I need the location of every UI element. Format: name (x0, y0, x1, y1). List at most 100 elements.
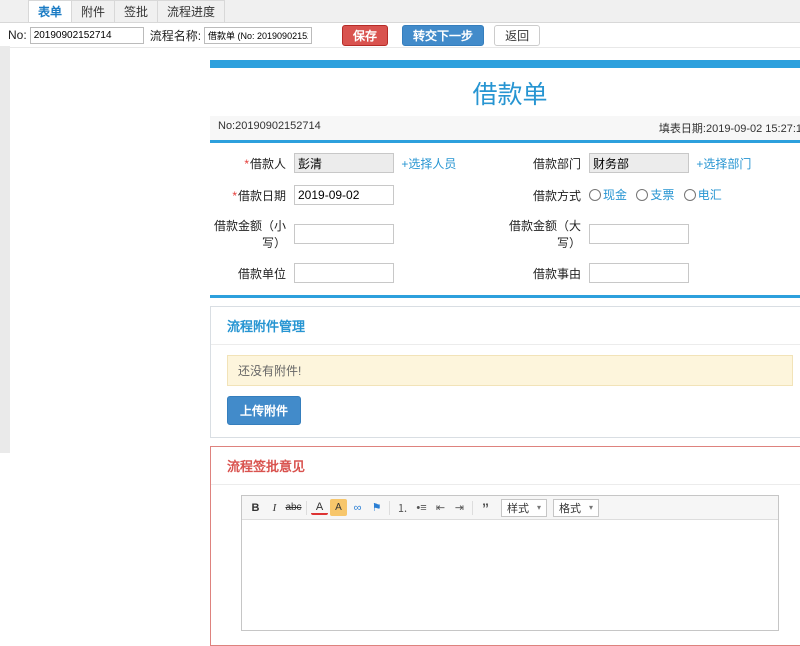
borrower-label-text: 借款人 (249, 156, 286, 171)
italic-button[interactable]: I (266, 499, 283, 516)
toolbar-separator (306, 500, 307, 515)
department-label: 借款部门 (500, 147, 585, 179)
borrow-date-input[interactable] (294, 185, 394, 205)
editor-toolbar: B I abc A A ∞ ⚑ ⒈ •≡ ⇤ ⇥ ” 样式 ▾ 格式 ▾ (242, 496, 778, 520)
editor-content[interactable] (242, 520, 778, 630)
amount-lower-label-text: 借款金额（小写） (214, 219, 287, 250)
form-panel: 借款单 No:20190902152714 填表日期:2019-09-02 15… (210, 60, 800, 646)
cash-radio[interactable] (589, 188, 601, 201)
amount-lower-field (290, 211, 500, 257)
tab-form[interactable]: 表单 (28, 0, 73, 22)
tab-attachments[interactable]: 附件 (71, 0, 116, 22)
select-person-link[interactable]: +选择人员 (401, 157, 456, 171)
form-row-1: *借款人 +选择人员 借款部门 +选择部门 (210, 147, 800, 179)
wire-radio-label: 电汇 (697, 188, 722, 203)
form-title: 借款单 (472, 81, 548, 109)
amount-upper-label-text: 借款金额（大写） (508, 219, 581, 250)
next-step-button[interactable]: 转交下一步 (402, 24, 485, 46)
department-label-text: 借款部门 (532, 156, 581, 171)
method-option-wire[interactable]: 电汇 (683, 186, 722, 203)
date-field (290, 179, 500, 211)
strikethrough-button[interactable]: abc (285, 499, 302, 516)
wire-radio[interactable] (683, 188, 696, 201)
tab-bar: 表单 附件 签批 流程进度 (0, 0, 800, 23)
process-name-input[interactable] (204, 26, 313, 44)
method-label: 借款方式 (500, 179, 585, 211)
panel-top-accent (210, 60, 800, 68)
bold-button[interactable]: B (247, 499, 264, 516)
form-no: No:20190902152714 (218, 120, 321, 132)
font-color-icon[interactable]: A (311, 500, 328, 515)
amount-upper-label: 借款金额（大写） (500, 211, 585, 257)
tab-approval[interactable]: 签批 (114, 0, 159, 22)
amount-lower-input[interactable] (294, 224, 394, 244)
back-button[interactable]: 返回 (494, 24, 541, 46)
flag-icon[interactable]: ⚑ (368, 499, 385, 516)
borrower-input[interactable] (294, 153, 394, 173)
outdent-icon[interactable]: ⇤ (432, 499, 449, 516)
highlight-color-icon[interactable]: A (330, 499, 347, 516)
method-label-text: 借款方式 (532, 188, 581, 203)
form-meta: No:20190902152714 填表日期:2019-09-02 15:27:… (210, 116, 800, 140)
required-asterisk: * (244, 156, 249, 171)
unit-input[interactable] (294, 263, 394, 283)
method-option-cash[interactable]: 现金 (589, 186, 627, 203)
cash-radio-label: 现金 (603, 188, 628, 203)
form-row-4: 借款单位 借款事由 (210, 257, 800, 289)
form-date: 填表日期:2019-09-02 15:27:1 (658, 123, 800, 135)
amount-upper-field (585, 211, 800, 257)
method-option-check[interactable]: 支票 (636, 186, 674, 203)
chevron-down-icon: ▾ (537, 503, 542, 512)
attachment-section: 流程附件管理 还没有附件! 上传附件 (210, 306, 800, 438)
unit-label: 借款单位 (210, 257, 290, 289)
date-label: *借款日期 (210, 179, 290, 211)
save-button[interactable]: 保存 (342, 24, 389, 46)
form-row-3: 借款金额（小写） 借款金额（大写） (210, 211, 800, 257)
attachment-section-title: 流程附件管理 (211, 307, 800, 345)
reason-label-text: 借款事由 (532, 266, 581, 281)
upload-attachment-button[interactable]: 上传附件 (227, 396, 302, 425)
required-asterisk: * (232, 188, 237, 203)
process-name-label: 流程名称: (149, 28, 202, 43)
approval-section: 流程签批意见 B I abc A A ∞ ⚑ ⒈ •≡ ⇤ ⇥ ” 样式 ▾ 格… (210, 446, 800, 646)
rich-text-editor: B I abc A A ∞ ⚑ ⒈ •≡ ⇤ ⇥ ” 样式 ▾ 格式 ▾ (241, 495, 779, 631)
indent-icon[interactable]: ⇥ (451, 499, 468, 516)
amount-upper-input[interactable] (589, 224, 689, 244)
tab-progress[interactable]: 流程进度 (157, 0, 226, 22)
amount-lower-label: 借款金额（小写） (210, 211, 290, 257)
link-icon[interactable]: ∞ (349, 499, 366, 516)
unit-label-text: 借款单位 (237, 266, 286, 281)
unit-field (290, 257, 500, 289)
no-input[interactable] (29, 26, 144, 44)
toolbar-separator (389, 500, 390, 515)
style-select[interactable]: 样式 ▾ (501, 498, 548, 517)
date-label-text: 借款日期 (237, 188, 286, 203)
borrower-field: +选择人员 (290, 147, 500, 179)
format-select-label: 格式 (559, 502, 582, 515)
ordered-list-icon[interactable]: ⒈ (394, 499, 411, 516)
chevron-down-icon: ▾ (589, 503, 594, 512)
form-row-2: *借款日期 借款方式 现金 支票 电汇 (210, 179, 800, 211)
method-field: 现金 支票 电汇 (585, 179, 800, 211)
check-radio[interactable] (636, 188, 649, 201)
department-input[interactable] (589, 153, 689, 173)
reason-field (585, 257, 800, 289)
reason-label: 借款事由 (500, 257, 585, 289)
style-select-label: 样式 (507, 502, 529, 515)
department-field: +选择部门 (585, 147, 800, 179)
toolbar: No: 流程名称: 保存 转交下一步 返回 (0, 23, 800, 48)
format-select[interactable]: 格式 ▾ (553, 498, 600, 517)
no-attachment-notice: 还没有附件! (227, 355, 793, 386)
left-sidebar-strip (0, 46, 10, 453)
reason-input[interactable] (589, 263, 689, 283)
loan-form: *借款人 +选择人员 借款部门 +选择部门 *借款日期 借款方式 (210, 147, 800, 289)
select-department-link[interactable]: +选择部门 (696, 157, 751, 171)
unordered-list-icon[interactable]: •≡ (413, 499, 430, 516)
no-label: No: (8, 28, 27, 42)
borrower-label: *借款人 (210, 147, 290, 179)
check-radio-label: 支票 (650, 188, 675, 203)
toolbar-separator (472, 500, 473, 515)
blockquote-icon[interactable]: ” (477, 499, 494, 516)
divider-top (210, 140, 800, 143)
divider-bottom (210, 295, 800, 298)
